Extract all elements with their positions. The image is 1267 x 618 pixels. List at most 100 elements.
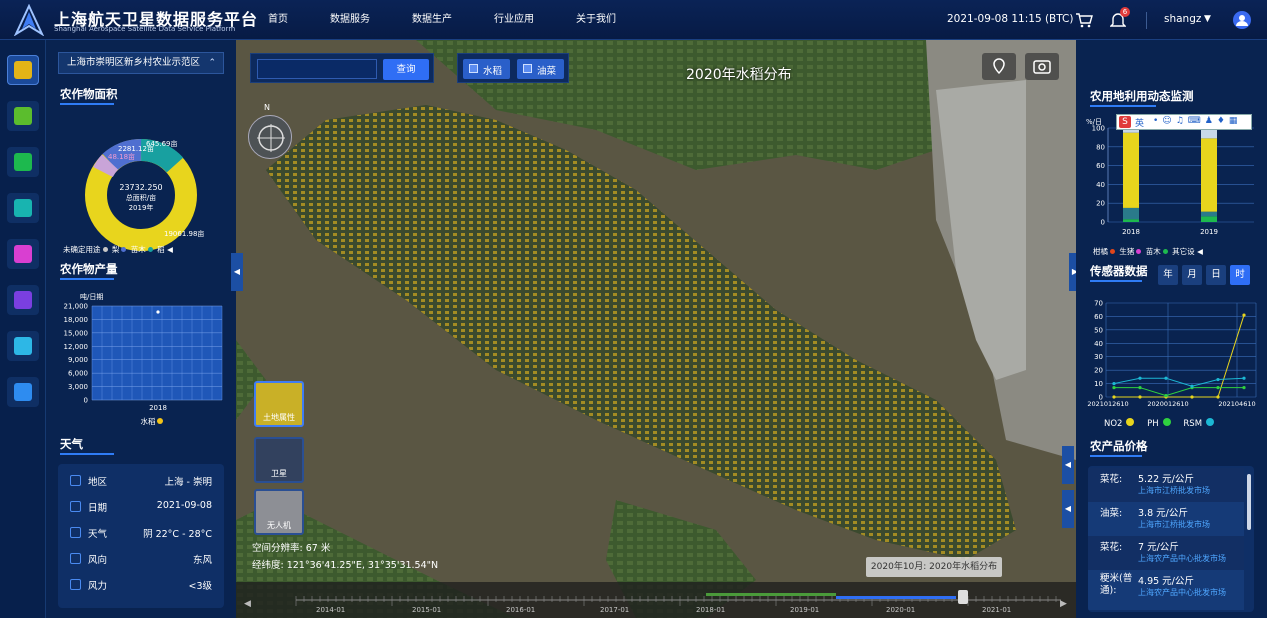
- ime-tools-icon: •☺♫⌨♟♦▦: [1153, 116, 1242, 126]
- thumb-satellite[interactable]: 卫星: [254, 437, 304, 483]
- tab-year[interactable]: 年: [1158, 265, 1178, 285]
- sensor-line-no2: [1114, 314, 1245, 398]
- checkbox-icon: [469, 64, 478, 73]
- yield-point: [156, 310, 160, 314]
- rail-crop-button[interactable]: [7, 55, 39, 85]
- nav-industry[interactable]: 行业应用: [494, 0, 534, 40]
- expand-extra-button[interactable]: ◀: [1062, 490, 1074, 528]
- rail-sea-button[interactable]: [7, 377, 39, 407]
- legend-seedlings: 苗木: [1145, 247, 1161, 256]
- nav-data-production[interactable]: 数据生产: [412, 0, 452, 40]
- layer-rapeseed-toggle[interactable]: 油菜: [517, 59, 564, 79]
- map-view[interactable]: 2020年水稻分布 查询 水稻 油菜 N 土地属性 卫星 无人机 空间分辨率: …: [236, 40, 1076, 618]
- timeline-handle[interactable]: [958, 590, 968, 604]
- landuse-ytick: 20: [1096, 200, 1105, 208]
- weather-title: 天气: [60, 437, 83, 451]
- landuse-xtick: 2018: [1122, 228, 1140, 236]
- screenshot-button[interactable]: [1025, 53, 1059, 80]
- cart-icon[interactable]: [1075, 12, 1093, 28]
- sensor-ytick: 10: [1094, 380, 1103, 388]
- avatar[interactable]: [1233, 11, 1251, 29]
- sensor-legend: NO2 PH RSM: [1104, 418, 1215, 429]
- price-list[interactable]: 菜花: 5.22 元/公斤 上海市江桥批发市场 油菜: 3.8 元/公斤 上海市…: [1088, 466, 1254, 612]
- landuse-bar-chart: %/日 100806040200 2018 2019: [1086, 118, 1254, 236]
- wind-icon: [70, 579, 81, 590]
- nav-data-service[interactable]: 数据服务: [330, 0, 370, 40]
- weather-row-date: 日期 2021-09-08: [58, 494, 224, 520]
- tab-day[interactable]: 日: [1206, 265, 1226, 285]
- rail-water-button[interactable]: [7, 101, 39, 131]
- yield-ytick: 0: [84, 397, 88, 405]
- thumb-drone[interactable]: 无人机: [254, 489, 304, 535]
- satellite-map[interactable]: [236, 40, 1076, 618]
- landuse-ytick: 100: [1092, 125, 1105, 133]
- map-search-input[interactable]: [257, 59, 377, 79]
- yield-ytick: 15,000: [64, 329, 89, 337]
- sensor-point-rsm: [1138, 376, 1142, 380]
- left-panel: 上海市崇明区新乡村农业示范区 ⌃ 农作物面积 23732.250 总面积/亩 2…: [46, 40, 236, 618]
- donut-center-year: 2019年: [129, 203, 154, 212]
- building-icon: [14, 245, 32, 263]
- nav-home[interactable]: 首页: [268, 0, 288, 40]
- legend-pear: 梨: [111, 245, 120, 254]
- map-search-bar: 查询: [250, 53, 434, 83]
- price-item: 菜花: 5.22 元/公斤 上海市江桥批发市场: [1088, 468, 1244, 502]
- rail-alert-button[interactable]: [7, 285, 39, 315]
- sensor-point-rsm: [1164, 376, 1168, 380]
- tab-hour[interactable]: 时: [1230, 265, 1250, 285]
- crop-area-title: 农作物面积: [60, 87, 118, 101]
- compass-control[interactable]: [248, 115, 292, 159]
- title-underline: [1090, 105, 1156, 107]
- legend-prev-icon[interactable]: ◀: [167, 245, 173, 254]
- timeline-year: 2015-01: [412, 606, 442, 614]
- rail-weather-button[interactable]: [7, 331, 39, 361]
- timeline-prev-icon[interactable]: ◀: [244, 599, 251, 609]
- rail-river-button[interactable]: [7, 193, 39, 223]
- datetime: 2021-09-08 11:15 (BTC): [947, 13, 1074, 25]
- sensor-xtick: 2021012610: [1087, 400, 1128, 408]
- weather-row-region: 地区 上海 - 崇明: [58, 468, 224, 494]
- timeline-bar[interactable]: ◀ ▶ 2014-01 2015-01 2016-01 2017-01 2018…: [236, 582, 1076, 618]
- sensor-point-ph: [1138, 386, 1142, 390]
- title-underline: [1090, 455, 1142, 457]
- label-seedlings: 645.69亩: [146, 139, 178, 148]
- timeline-year: 2019-01: [790, 606, 820, 614]
- landuse-ytick: 80: [1096, 143, 1105, 151]
- sensor-point-rsm: [1190, 384, 1194, 388]
- cloud-sun-icon: [70, 527, 81, 538]
- landuse-bar-segment: [1123, 219, 1139, 222]
- thumb-land-attribute[interactable]: 土地属性: [254, 381, 304, 427]
- map-locate-button[interactable]: [982, 53, 1016, 80]
- expand-price-button[interactable]: ◀: [1062, 446, 1074, 484]
- nav-about[interactable]: 关于我们: [576, 0, 616, 40]
- legend-prev-icon[interactable]: ◀: [1197, 247, 1203, 256]
- sensor-line-chart: 706050403020100 2021012610 2020012610 20…: [1087, 300, 1257, 408]
- username[interactable]: shangz: [1164, 13, 1201, 25]
- yield-ytick: 12,000: [64, 343, 89, 351]
- location-select[interactable]: 上海市崇明区新乡村农业示范区 ⌃: [58, 52, 224, 74]
- leaf-icon: [14, 107, 32, 125]
- landuse-title: 农用地利用动态监测: [1090, 89, 1194, 103]
- landuse-bar-segment: [1123, 207, 1139, 220]
- chevron-down-icon[interactable]: ▼: [1204, 14, 1211, 24]
- timeline-track[interactable]: ◀ ▶: [236, 582, 1076, 618]
- ime-toolbar[interactable]: S 英 •☺♫⌨♟♦▦: [1116, 114, 1252, 130]
- tab-month[interactable]: 月: [1182, 265, 1202, 285]
- timeline-next-icon[interactable]: ▶: [1060, 599, 1067, 609]
- sensor-line-ph: [1114, 387, 1244, 397]
- sensor-ytick: 20: [1094, 367, 1103, 375]
- price-scrollbar[interactable]: [1247, 474, 1251, 530]
- layer-rice-toggle[interactable]: 水稻: [463, 59, 510, 79]
- legend-undetermined: 未确定用途: [63, 245, 101, 254]
- rail-city-button[interactable]: [7, 239, 39, 269]
- location-pin-icon: [70, 475, 81, 486]
- rail-forest-button[interactable]: [7, 147, 39, 177]
- yield-ytick: 21,000: [64, 303, 89, 311]
- weather-card: 地区 上海 - 崇明 日期 2021-09-08 天气阴 22°C - 28°C 风…: [58, 464, 224, 608]
- landuse-bar-segment: [1201, 211, 1217, 217]
- weather-row-wind-direction: 风向 东风: [58, 546, 224, 572]
- crop-area-legend: 未确定用途 梨 苗木 稻 ◀: [63, 244, 173, 255]
- title-underline: [60, 103, 114, 105]
- search-button[interactable]: 查询: [383, 59, 429, 80]
- collapse-left-button[interactable]: ◀: [231, 253, 243, 291]
